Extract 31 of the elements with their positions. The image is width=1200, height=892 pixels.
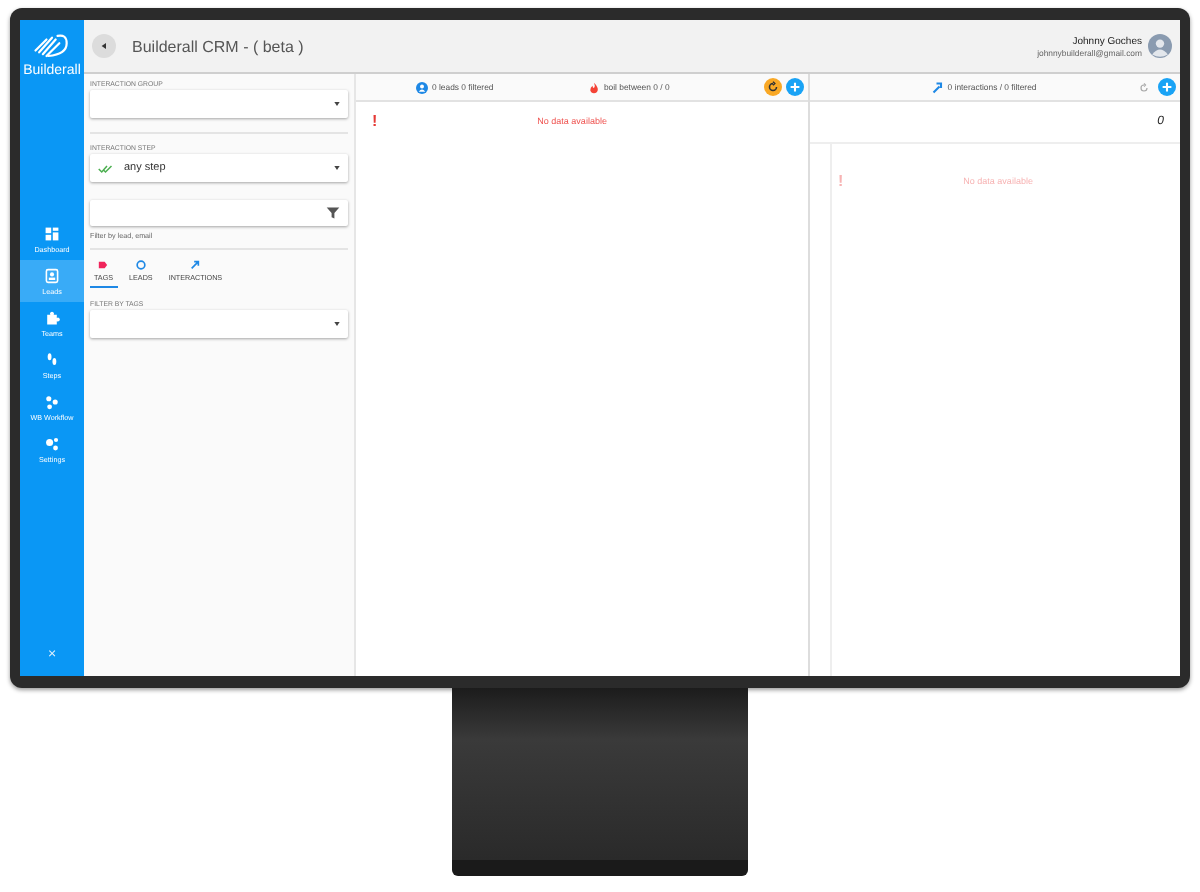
double-check-icon [98,163,116,173]
footprints-icon [44,352,60,368]
alert-mark: ! [838,172,844,190]
avatar-icon[interactable] [1148,34,1172,58]
hand-logo-icon [30,28,74,62]
alert-mark: ! [372,112,378,130]
arrows-icon [931,81,944,93]
back-icon [100,42,108,50]
person-icon [416,81,428,93]
tag-icon [98,260,109,270]
plus-icon [1160,80,1174,94]
plus-icon [788,80,802,94]
refresh-button[interactable] [764,78,782,96]
refresh-icon[interactable] [1138,81,1150,93]
person-icon [44,268,60,284]
back-button[interactable] [92,34,116,58]
settings-icon [44,436,60,452]
flame-icon [587,81,600,93]
refresh-icon [766,80,780,94]
puzzle-icon [44,310,60,326]
lead-icon [135,260,146,270]
search-field[interactable] [90,200,348,226]
filter-icon [326,206,340,220]
dashboard-icon [44,226,60,242]
workflow-icon [44,394,60,410]
caret-icon [334,166,340,170]
caret-icon [334,102,340,106]
app-title: Builderall CRM - ( beta ) [132,37,304,55]
arrow-icon [190,260,201,270]
add-button[interactable] [1158,78,1176,96]
caret-icon [334,322,340,326]
